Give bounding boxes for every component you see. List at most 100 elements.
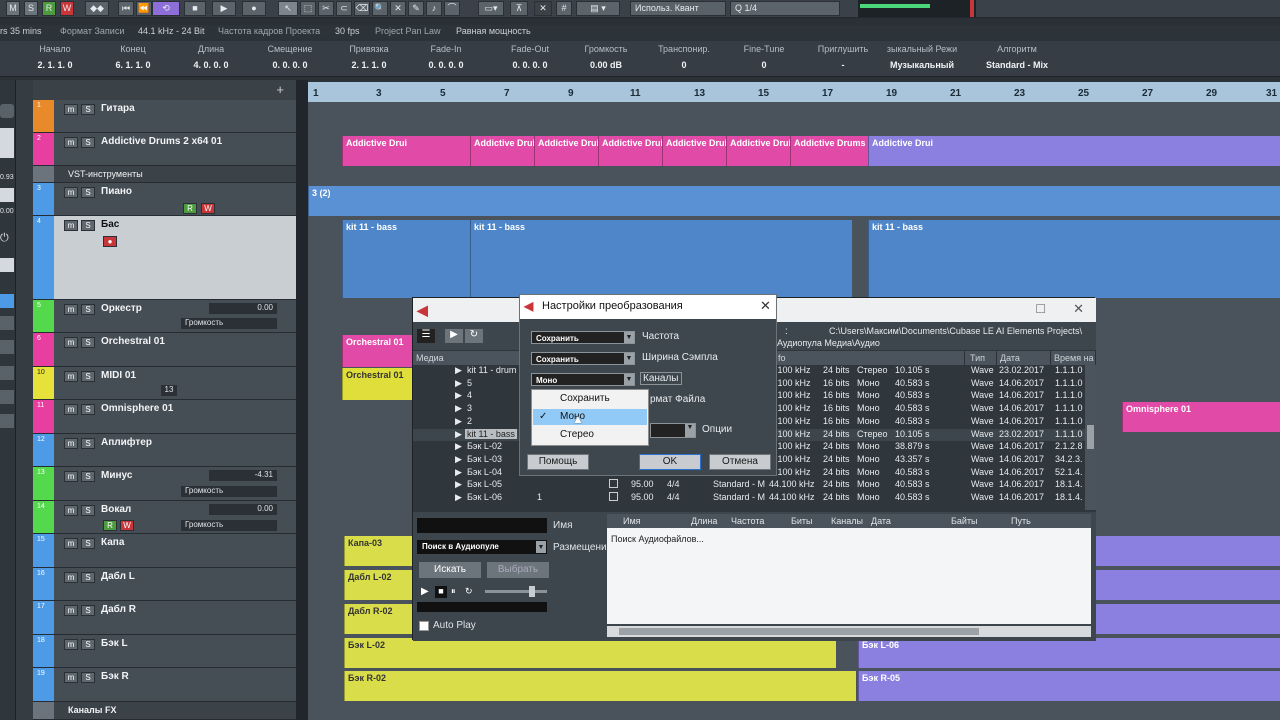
name-search-input[interactable] — [417, 518, 547, 533]
ok-button[interactable]: OK — [639, 454, 701, 470]
time-warp-icon[interactable]: ⌒ — [444, 1, 460, 16]
column-time[interactable]: Время на — [1051, 351, 1096, 365]
power-icon[interactable]: ⏻ — [0, 232, 14, 246]
autoplay-checkbox[interactable] — [419, 621, 429, 631]
column-type[interactable]: Тип — [967, 351, 997, 365]
solo-button[interactable]: S — [81, 371, 95, 382]
event-vocal-alt[interactable]: Бэк R-05 — [858, 671, 1280, 701]
mute-button[interactable]: m — [64, 187, 78, 198]
track-row[interactable]: 10 m S MIDI 01 13 — [33, 367, 296, 400]
automation-param-select[interactable]: Громкость — [181, 520, 277, 531]
event-vocal[interactable]: Бэк L-02 — [344, 638, 836, 668]
expand-icon[interactable]: ▶ — [455, 390, 462, 401]
solo-button[interactable]: S — [81, 505, 95, 516]
write-button[interactable]: W — [201, 203, 215, 214]
pan-law-value[interactable]: Равная мощность — [456, 26, 531, 36]
quantize-mode-select[interactable]: Использ. Квант — [630, 1, 726, 16]
stop-icon[interactable]: ■ — [184, 1, 206, 16]
range-tool-icon[interactable]: ⬚ — [300, 1, 316, 16]
column-info[interactable]: fo — [775, 351, 965, 365]
add-track-icon[interactable]: + — [276, 82, 284, 97]
preview-volume-slider[interactable] — [485, 586, 547, 597]
read-all-button[interactable]: R — [42, 1, 56, 16]
split-tool-icon[interactable]: ✂ — [318, 1, 334, 16]
infoline-musical-mode[interactable]: зыкальный Режи Музыкальный — [884, 44, 960, 70]
go-to-start-icon[interactable]: ⏮ — [118, 1, 134, 16]
pool-row[interactable]: ▶ Бэк L-05 95.00 4/4 Standard - M 44.100 kHz 2… — [413, 479, 1096, 492]
track-name[interactable]: Orchestral 01 — [101, 336, 165, 347]
column-date[interactable]: Дата — [997, 351, 1051, 365]
track-row[interactable]: 12 m S Аплифтер — [33, 434, 296, 467]
solo-button[interactable]: S — [81, 538, 95, 549]
expand-icon[interactable]: ▶ — [455, 365, 462, 376]
mute-button[interactable]: m — [64, 639, 78, 650]
solo-button[interactable]: S — [81, 438, 95, 449]
inspector-section-icon[interactable] — [0, 414, 14, 428]
track-name[interactable]: Минус — [101, 470, 132, 481]
infoline-fine-tune[interactable]: Fine-Tune 0 — [734, 44, 794, 70]
event-vocal[interactable]: Бэк R-02 — [344, 671, 856, 701]
track-name[interactable]: Вокал — [101, 504, 131, 515]
event-vocal[interactable]: Дабл R-02 — [344, 604, 416, 634]
solo-button[interactable]: S — [81, 304, 95, 315]
search-button[interactable]: Искать — [419, 562, 481, 578]
solo-button[interactable]: S — [81, 337, 95, 348]
track-row[interactable]: 2 m S Addictive Drums 2 x64 01 — [33, 133, 296, 166]
results-column[interactable]: Длина — [691, 514, 717, 528]
expand-icon[interactable]: ▶ — [455, 454, 462, 465]
track-row[interactable]: Каналы FX — [33, 702, 296, 720]
mute-button[interactable]: m — [64, 505, 78, 516]
track-row[interactable]: 1 m S Гитара — [33, 100, 296, 133]
snap-icon[interactable]: ⊼ — [510, 1, 528, 16]
pool-scrollbar[interactable] — [1085, 365, 1096, 510]
event-bass[interactable]: kit 11 - bass — [470, 220, 852, 298]
mute-button[interactable]: m — [64, 672, 78, 683]
inspector-section-icon[interactable] — [0, 294, 14, 308]
close-icon[interactable]: ✕ — [1073, 301, 1084, 317]
pause-icon[interactable]: ⏸ — [451, 586, 463, 598]
play-tool-icon[interactable]: ♪ — [426, 1, 442, 16]
infoline-snap[interactable]: Привязка 2. 1. 1. 0 — [344, 44, 394, 70]
event-vocal[interactable]: Капа-03 — [344, 536, 416, 566]
track-name[interactable]: Оркестр — [101, 303, 142, 314]
solo-button[interactable]: S — [81, 672, 95, 683]
event-omnisphere[interactable]: Omnisphere 01 — [1122, 402, 1280, 432]
track-name[interactable]: Бас — [101, 219, 119, 230]
dialog-titlebar[interactable]: ◀ Настройки преобразования ✕ — [520, 295, 776, 319]
track-name[interactable]: Дабл L — [101, 571, 135, 582]
grid-icon[interactable]: # — [556, 1, 572, 16]
track-row[interactable]: 17 m S Дабл R — [33, 601, 296, 635]
mute-button[interactable]: m — [64, 572, 78, 583]
help-button[interactable]: Помощь — [527, 454, 589, 470]
zoom-tool-icon[interactable]: 🔍 — [372, 1, 388, 16]
infoline-fade-out[interactable]: Fade-Out 0. 0. 0. 0 — [502, 44, 558, 70]
track-name[interactable]: Аплифтер — [101, 437, 152, 448]
scrollbar-thumb[interactable] — [1087, 425, 1094, 449]
inspector-section-icon[interactable] — [0, 340, 14, 354]
track-row[interactable]: 5 m S Оркестр 0.00 Громкость — [33, 300, 296, 333]
mute-button[interactable]: m — [64, 471, 78, 482]
channels-select[interactable]: Моно ▼ — [531, 373, 635, 386]
record-enable-button[interactable]: ● — [103, 236, 117, 247]
track-name[interactable]: Бэк L — [101, 638, 128, 649]
pointer-tool-icon[interactable]: ↖ — [278, 1, 298, 16]
track-name[interactable]: Пиано — [101, 186, 132, 197]
event-drums[interactable]: Addictive Drui — [534, 136, 598, 166]
quantize-value-select[interactable]: Q 1/4 — [730, 1, 840, 16]
color-icon[interactable]: ▭▾ — [478, 1, 504, 16]
mute-button[interactable]: m — [64, 137, 78, 148]
track-row[interactable]: 3 m S Пиано R W — [33, 183, 296, 216]
infoline-offset[interactable]: Смещение 0. 0. 0. 0 — [262, 44, 318, 70]
track-volume-field[interactable]: 0.00 — [209, 504, 277, 515]
select-button[interactable]: Выбрать — [487, 562, 549, 578]
track-list-divider[interactable] — [296, 80, 308, 720]
column-media[interactable]: Медиа — [413, 351, 523, 365]
inspector-section-icon[interactable] — [0, 390, 14, 404]
expand-icon[interactable]: ▶ — [455, 479, 462, 490]
solo-button[interactable]: S — [81, 137, 95, 148]
results-column[interactable]: Дата — [871, 514, 891, 528]
track-volume-field[interactable]: -4.31 — [209, 470, 277, 481]
event-midi[interactable]: Orchestral 01 — [342, 368, 412, 400]
menu-item-mono[interactable]: ✓ Моно — [533, 409, 647, 425]
mute-button[interactable]: m — [64, 104, 78, 115]
